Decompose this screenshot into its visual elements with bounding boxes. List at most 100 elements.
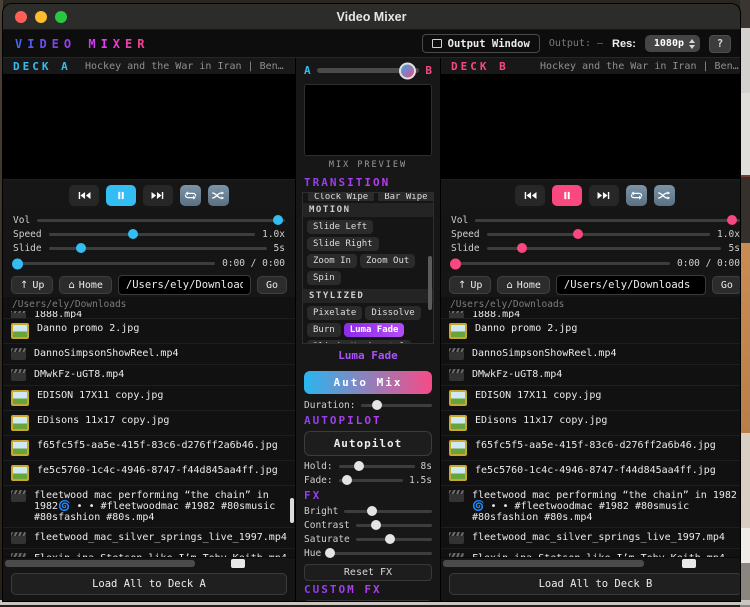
duration-knob[interactable] — [371, 400, 382, 410]
file-row[interactable]: f65fc5f5-aa5e-415f-83c6-d276ff2a6b46.jpg — [441, 436, 740, 461]
load-all-deck-b-button[interactable]: Load All to Deck B — [449, 573, 740, 595]
close-button[interactable] — [15, 10, 27, 23]
path-input[interactable] — [555, 275, 706, 295]
autopilot-button[interactable]: Autopilot — [304, 431, 432, 456]
hue-slider[interactable] — [325, 548, 432, 558]
timeline-slider[interactable] — [450, 258, 671, 269]
transition-button[interactable]: Pixelate — [307, 306, 363, 320]
output-window-button[interactable]: Output Window — [421, 34, 540, 53]
bright-slider[interactable] — [344, 506, 432, 516]
file-row[interactable]: Danno promo 2.jpg — [441, 319, 740, 344]
duration-slider[interactable] — [361, 400, 432, 410]
transition-button[interactable]: Clock Wipe — [308, 193, 375, 201]
file-row[interactable]: fleetwood_mac_silver_springs_live_1997.m… — [3, 528, 295, 549]
fade-slider[interactable] — [338, 475, 404, 485]
shuffle-button[interactable] — [208, 184, 229, 206]
file-row[interactable]: DannoSimpsonShowReel.mp4 — [3, 344, 295, 365]
volume-knob[interactable] — [726, 215, 737, 225]
transition-button[interactable]: Dissolve — [365, 306, 421, 320]
file-row[interactable]: EDISON 17X11 copy.jpg — [441, 386, 740, 411]
slide-knob[interactable] — [76, 243, 87, 253]
speed-knob[interactable] — [573, 229, 584, 239]
transition-button[interactable]: Slide Right — [307, 237, 379, 251]
next-button[interactable] — [589, 184, 620, 206]
slide-knob[interactable] — [516, 243, 527, 253]
file-row[interactable]: DMwkFz-uGT8.mp4 — [3, 365, 295, 386]
file-row[interactable]: fe5c5760-1c4c-4946-8747-f44d845aa4ff.jpg — [3, 461, 295, 486]
transition-button[interactable]: Blinds Horizontal — [307, 340, 412, 343]
deck-b-horizontal-scrollbar[interactable] — [441, 557, 740, 569]
zoom-button[interactable] — [55, 10, 67, 23]
transition-button[interactable]: Zoom In — [307, 254, 357, 268]
bright-knob[interactable] — [367, 506, 378, 516]
hold-knob[interactable] — [354, 461, 365, 471]
hold-slider[interactable] — [338, 461, 415, 471]
file-row[interactable]: Flexin ina Stetson like I’m Toby Keith.m… — [441, 549, 740, 557]
home-button[interactable]: ⌂ Home — [59, 276, 112, 294]
saturate-knob[interactable] — [385, 534, 396, 544]
file-row[interactable]: DannoSimpsonShowReel.mp4 — [441, 344, 740, 365]
file-row[interactable]: fleetwood_mac_silver_springs_live_1997.m… — [441, 528, 740, 549]
slide-slider[interactable] — [486, 243, 722, 253]
minimize-button[interactable] — [35, 10, 47, 23]
shuffle-button[interactable] — [654, 184, 676, 206]
speed-knob[interactable] — [128, 229, 139, 239]
up-button[interactable]: ↑ Up — [11, 276, 54, 294]
file-row[interactable]: Flexin ina Stetson like I’m Toby Keith.m… — [3, 549, 295, 557]
deck-a-horizontal-scrollbar[interactable] — [3, 557, 295, 569]
loop-button[interactable] — [180, 184, 201, 206]
file-row[interactable]: fleetwood mac performing “the chain” in … — [441, 486, 740, 528]
transition-scrollbar[interactable] — [428, 256, 432, 310]
pause-button[interactable] — [106, 184, 136, 206]
transition-button[interactable]: Luma Fade — [343, 323, 405, 337]
volume-slider[interactable] — [37, 215, 285, 225]
file-row[interactable]: Danno promo 2.jpg — [3, 319, 295, 344]
speed-slider[interactable] — [48, 229, 256, 239]
auto-mix-button[interactable]: Auto Mix — [304, 371, 432, 394]
file-row[interactable]: 1888.mp4 — [441, 311, 740, 319]
file-row[interactable]: EDisons 11x17 copy.jpg — [441, 411, 740, 436]
file-row[interactable]: 1888.mp4 — [3, 311, 295, 319]
previous-button[interactable] — [515, 184, 546, 206]
transition-button[interactable]: Zoom Out — [359, 254, 416, 268]
hue-knob[interactable] — [325, 548, 336, 558]
file-row[interactable]: f65fc5f5-aa5e-415f-83c6-d276ff2a6b46.jpg — [3, 436, 295, 461]
file-row[interactable]: fe5c5760-1c4c-4946-8747-f44d845aa4ff.jpg — [441, 461, 740, 486]
home-button[interactable]: ⌂ Home — [497, 276, 550, 294]
contrast-knob[interactable] — [370, 520, 381, 530]
file-row[interactable]: EDisons 11x17 copy.jpg — [3, 411, 295, 436]
slide-slider[interactable] — [48, 243, 267, 253]
crossfader-knob[interactable] — [399, 62, 417, 79]
volume-slider[interactable] — [475, 215, 740, 225]
help-button[interactable]: ? — [709, 34, 731, 53]
loop-button[interactable] — [626, 184, 648, 206]
path-input[interactable] — [117, 275, 251, 295]
speed-slider[interactable] — [486, 229, 711, 239]
reset-fx-button[interactable]: Reset FX — [304, 564, 432, 581]
reload-custom-button[interactable]: Reload Custom — [304, 600, 432, 601]
transition-button[interactable]: Slide Left — [307, 220, 374, 234]
file-row[interactable]: DMwkFz-uGT8.mp4 — [441, 365, 740, 386]
go-button[interactable]: Go — [256, 276, 287, 294]
timeline-knob[interactable] — [450, 258, 462, 269]
transition-button[interactable]: Bar Wipe — [378, 193, 433, 201]
file-row[interactable]: fleetwood mac performing “the chain” in … — [3, 486, 295, 528]
fade-knob[interactable] — [341, 475, 352, 485]
timeline-slider[interactable] — [12, 258, 216, 269]
transition-button[interactable]: Burn — [307, 323, 341, 337]
crossfader-slider[interactable] — [316, 62, 420, 79]
timeline-knob[interactable] — [12, 258, 24, 269]
up-button[interactable]: ↑ Up — [449, 276, 492, 294]
resolution-select[interactable]: 1080p — [644, 35, 700, 52]
saturate-slider[interactable] — [355, 534, 432, 544]
next-button[interactable] — [143, 184, 173, 206]
transition-button[interactable]: Spin — [307, 271, 341, 285]
volume-knob[interactable] — [272, 215, 283, 225]
contrast-slider[interactable] — [355, 520, 432, 530]
pause-button[interactable] — [552, 184, 583, 206]
load-all-deck-a-button[interactable]: Load All to Deck A — [11, 573, 287, 595]
file-row[interactable]: EDISON 17X11 copy.jpg — [3, 386, 295, 411]
vertical-scrollbar[interactable] — [290, 497, 294, 523]
go-button[interactable]: Go — [711, 276, 740, 294]
previous-button[interactable] — [69, 184, 99, 206]
